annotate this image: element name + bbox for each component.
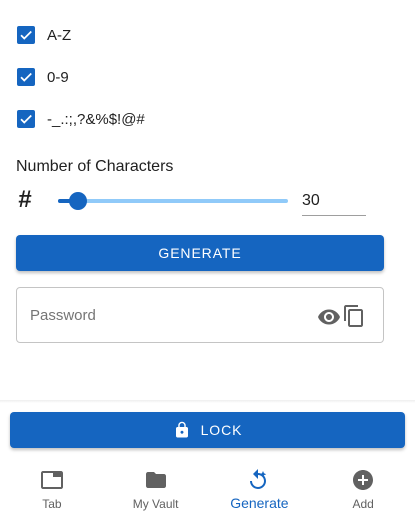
nav-label: Add [352,497,374,511]
nav-add[interactable]: Add [311,458,415,514]
lock-icon [175,421,188,438]
length-input[interactable]: 30 [302,189,366,216]
eye-icon[interactable] [317,305,341,329]
lock-button[interactable]: LOCK [10,412,405,448]
number-of-characters-label: Number of Characters [16,158,174,175]
option-symbols[interactable]: -_.:;,?&%$!@# [16,107,145,131]
nav-my-vault[interactable]: My Vault [104,458,208,514]
option-label: 0-9 [47,68,69,86]
lock-label: LOCK [200,422,243,438]
slider-thumb[interactable] [68,192,87,210]
generate-icon [250,469,267,489]
folder-icon [145,472,166,488]
password-placeholder: Password [30,307,96,324]
tab-icon [40,471,63,489]
hash-icon: # [18,186,32,213]
nav-label: My Vault [132,497,179,511]
checkbox-checked-icon[interactable] [17,110,35,128]
checkbox-checked-icon[interactable] [17,68,35,86]
option-label: A-Z [47,26,72,44]
nav-tab[interactable]: Tab [0,458,104,514]
nav-generate[interactable]: Generate [208,458,312,514]
bottom-nav: Tab My Vault Generate Add [0,458,415,514]
checkbox-checked-icon[interactable] [17,26,35,44]
password-field[interactable]: Password [16,287,384,343]
option-label: -_.:;,?&%$!@# [47,110,145,128]
add-circle-icon [353,470,374,490]
bottom-divider [0,400,415,403]
option-uppercase[interactable]: A-Z [16,23,71,47]
length-slider[interactable] [58,190,288,212]
generate-button[interactable]: GENERATE [16,235,384,271]
nav-label: Generate [230,495,289,511]
nav-label: Tab [42,497,62,511]
copy-icon[interactable] [342,304,366,328]
option-numbers[interactable]: 0-9 [16,65,69,89]
slider-track [58,199,288,203]
